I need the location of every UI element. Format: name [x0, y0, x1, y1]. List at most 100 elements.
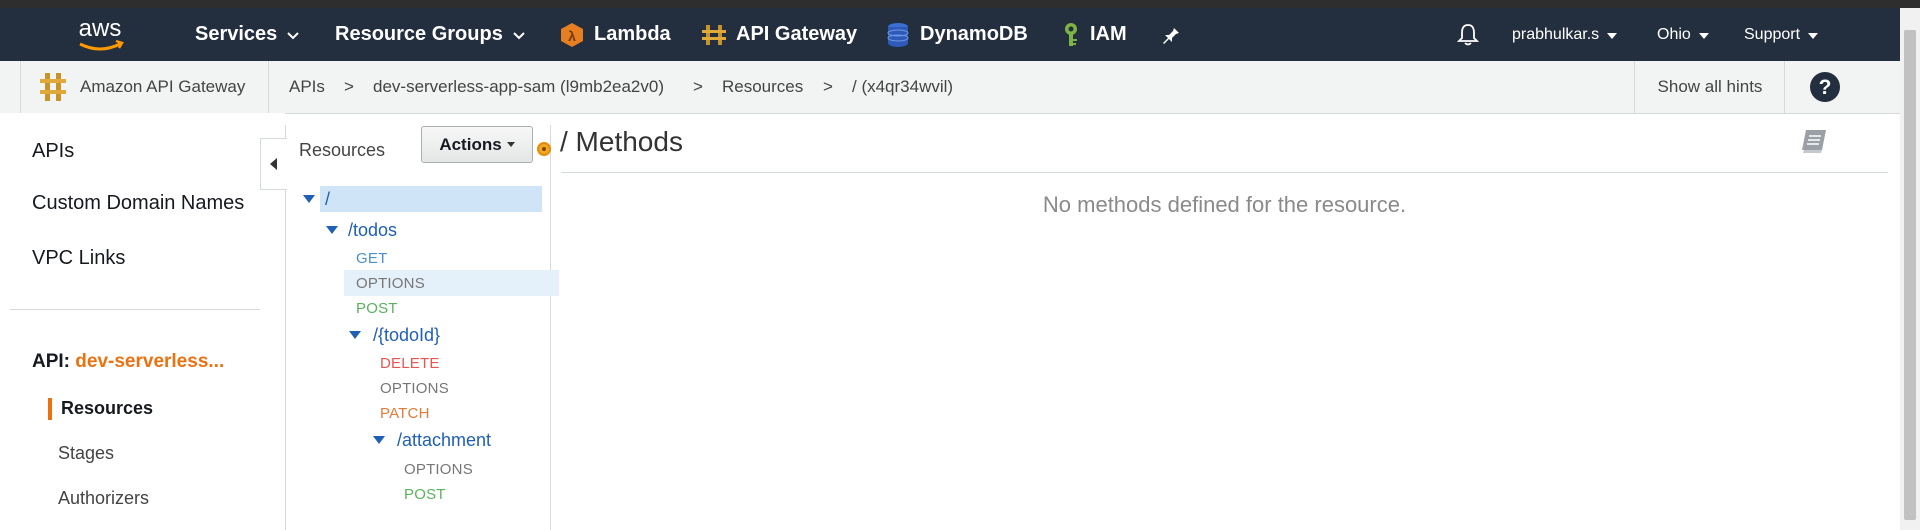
- aws-logo[interactable]: aws: [70, 14, 130, 56]
- api-context-label[interactable]: API: dev-serverless...: [32, 351, 224, 373]
- scrollbar-thumb[interactable]: [1904, 30, 1916, 520]
- account-username: prabhulkar.s: [1512, 25, 1600, 43]
- nav-apis[interactable]: APIs: [32, 140, 74, 163]
- breadcrumb-service[interactable]: Amazon API Gateway: [40, 61, 245, 113]
- top-navigation-bar: aws Services Resource Groups λ Lambda AP…: [0, 8, 1920, 61]
- method-options[interactable]: OPTIONS: [404, 456, 473, 482]
- resource-root[interactable]: /: [303, 186, 542, 212]
- nav-resources[interactable]: Resources: [61, 398, 153, 419]
- method-label: OPTIONS: [380, 379, 449, 397]
- breadcrumb-bar: Amazon API Gateway APIs > dev-serverless…: [0, 61, 1920, 114]
- resource-todos[interactable]: /todos: [326, 217, 398, 243]
- show-all-hints-button[interactable]: Show all hints: [1634, 61, 1785, 113]
- method-options[interactable]: OPTIONS: [380, 375, 449, 401]
- shortcut-api-gateway[interactable]: API Gateway: [702, 8, 857, 61]
- bell-icon[interactable]: [1457, 8, 1479, 61]
- chevron-down-icon: [1607, 26, 1618, 44]
- lambda-label: Lambda: [594, 23, 671, 45]
- dynamodb-label: DynamoDB: [920, 23, 1028, 45]
- resource-todoid[interactable]: /{todoId}: [349, 322, 441, 348]
- divider: [268, 61, 269, 113]
- method-label: POST: [404, 485, 446, 503]
- caret-down-icon: [506, 142, 515, 147]
- method-post[interactable]: POST: [404, 481, 446, 507]
- expand-triangle-icon[interactable]: [303, 195, 315, 203]
- left-navigation: APIs Custom Domain Names VPC Links API: …: [0, 113, 285, 530]
- active-indicator: [48, 398, 52, 420]
- pin-icon[interactable]: [1162, 8, 1180, 61]
- expand-triangle-icon[interactable]: [373, 436, 385, 444]
- services-label: Services: [195, 23, 278, 45]
- nav-authorizers[interactable]: Authorizers: [58, 488, 149, 509]
- resource-path: /: [325, 188, 331, 209]
- resource-path: /{todoId}: [373, 324, 441, 345]
- api-gateway-icon: [40, 71, 66, 103]
- iam-icon: [1062, 22, 1080, 48]
- svg-text:aws: aws: [79, 15, 122, 42]
- shortcut-lambda[interactable]: λ Lambda: [560, 8, 671, 61]
- resize-handle-icon[interactable]: [537, 142, 551, 156]
- api-name: dev-serverless...: [75, 351, 225, 372]
- method-label: GET: [356, 249, 388, 267]
- breadcrumb-api[interactable]: dev-serverless-app-sam (l9mb2ea2v0): [373, 61, 664, 113]
- divider: [561, 172, 1888, 173]
- help-icon: ?: [1810, 72, 1840, 102]
- resource-attachment[interactable]: /attachment: [373, 427, 492, 453]
- actions-label: Actions: [439, 134, 502, 154]
- api-gateway-icon: [702, 22, 726, 48]
- breadcrumb-separator: >: [344, 77, 354, 96]
- nav-custom-domain-names[interactable]: Custom Domain Names: [32, 192, 244, 215]
- account-menu[interactable]: prabhulkar.s: [1512, 8, 1618, 61]
- method-patch[interactable]: PATCH: [380, 400, 430, 426]
- documentation-book-icon[interactable]: [1800, 128, 1828, 159]
- region-menu[interactable]: Ohio: [1657, 8, 1709, 61]
- resources-panel-title: Resources: [299, 140, 386, 160]
- services-menu[interactable]: Services: [195, 8, 300, 61]
- help-button[interactable]: ?: [1784, 61, 1865, 113]
- actions-dropdown-button[interactable]: Actions: [421, 126, 533, 163]
- api-prefix: API:: [32, 351, 70, 372]
- resource-groups-menu[interactable]: Resource Groups: [335, 8, 525, 61]
- method-delete[interactable]: DELETE: [380, 350, 440, 376]
- resource-path: /todos: [348, 219, 398, 240]
- divider: [20, 61, 21, 113]
- support-menu[interactable]: Support: [1744, 8, 1819, 61]
- breadcrumb-apis[interactable]: APIs: [289, 61, 325, 113]
- svg-text:λ: λ: [568, 28, 576, 44]
- support-label: Support: [1744, 25, 1801, 43]
- method-label: POST: [356, 299, 398, 317]
- collapse-tree-button[interactable]: [260, 138, 287, 190]
- empty-state-message: No methods defined for the resource.: [1042, 192, 1407, 217]
- method-get[interactable]: GET: [344, 245, 552, 271]
- nav-vpc-links[interactable]: VPC Links: [32, 247, 125, 270]
- lambda-icon: λ: [560, 22, 584, 48]
- iam-label: IAM: [1090, 23, 1127, 45]
- divider: [10, 309, 260, 310]
- chevron-down-icon: [1808, 26, 1819, 44]
- breadcrumb-current-resource: / (x4qr34wvil): [852, 77, 954, 96]
- method-options[interactable]: OPTIONS: [344, 270, 559, 296]
- api-gateway-label: API Gateway: [736, 23, 858, 45]
- breadcrumb-separator: >: [823, 77, 833, 96]
- chevron-down-icon: [513, 23, 525, 46]
- nav-stages[interactable]: Stages: [58, 443, 114, 464]
- page-title: / Methods: [560, 126, 683, 157]
- method-label: OPTIONS: [404, 460, 473, 478]
- method-label: DELETE: [380, 354, 440, 372]
- svg-text:?: ?: [1819, 76, 1832, 99]
- chevron-down-icon: [1698, 26, 1709, 44]
- expand-triangle-icon[interactable]: [349, 331, 361, 339]
- method-post[interactable]: POST: [344, 295, 398, 321]
- chevron-down-icon: [287, 23, 300, 46]
- breadcrumb-service-label: Amazon API Gateway: [80, 77, 246, 96]
- expand-triangle-icon[interactable]: [326, 226, 338, 234]
- resource-path: /attachment: [397, 429, 492, 450]
- shortcut-dynamodb[interactable]: DynamoDB: [886, 8, 1028, 61]
- shortcut-iam[interactable]: IAM: [1062, 8, 1127, 61]
- dynamodb-icon: [886, 22, 910, 48]
- breadcrumb-separator: >: [693, 77, 703, 96]
- resource-groups-label: Resource Groups: [335, 23, 503, 45]
- region-label: Ohio: [1657, 25, 1691, 43]
- breadcrumb-resources[interactable]: Resources: [722, 61, 803, 113]
- method-label: PATCH: [380, 404, 430, 422]
